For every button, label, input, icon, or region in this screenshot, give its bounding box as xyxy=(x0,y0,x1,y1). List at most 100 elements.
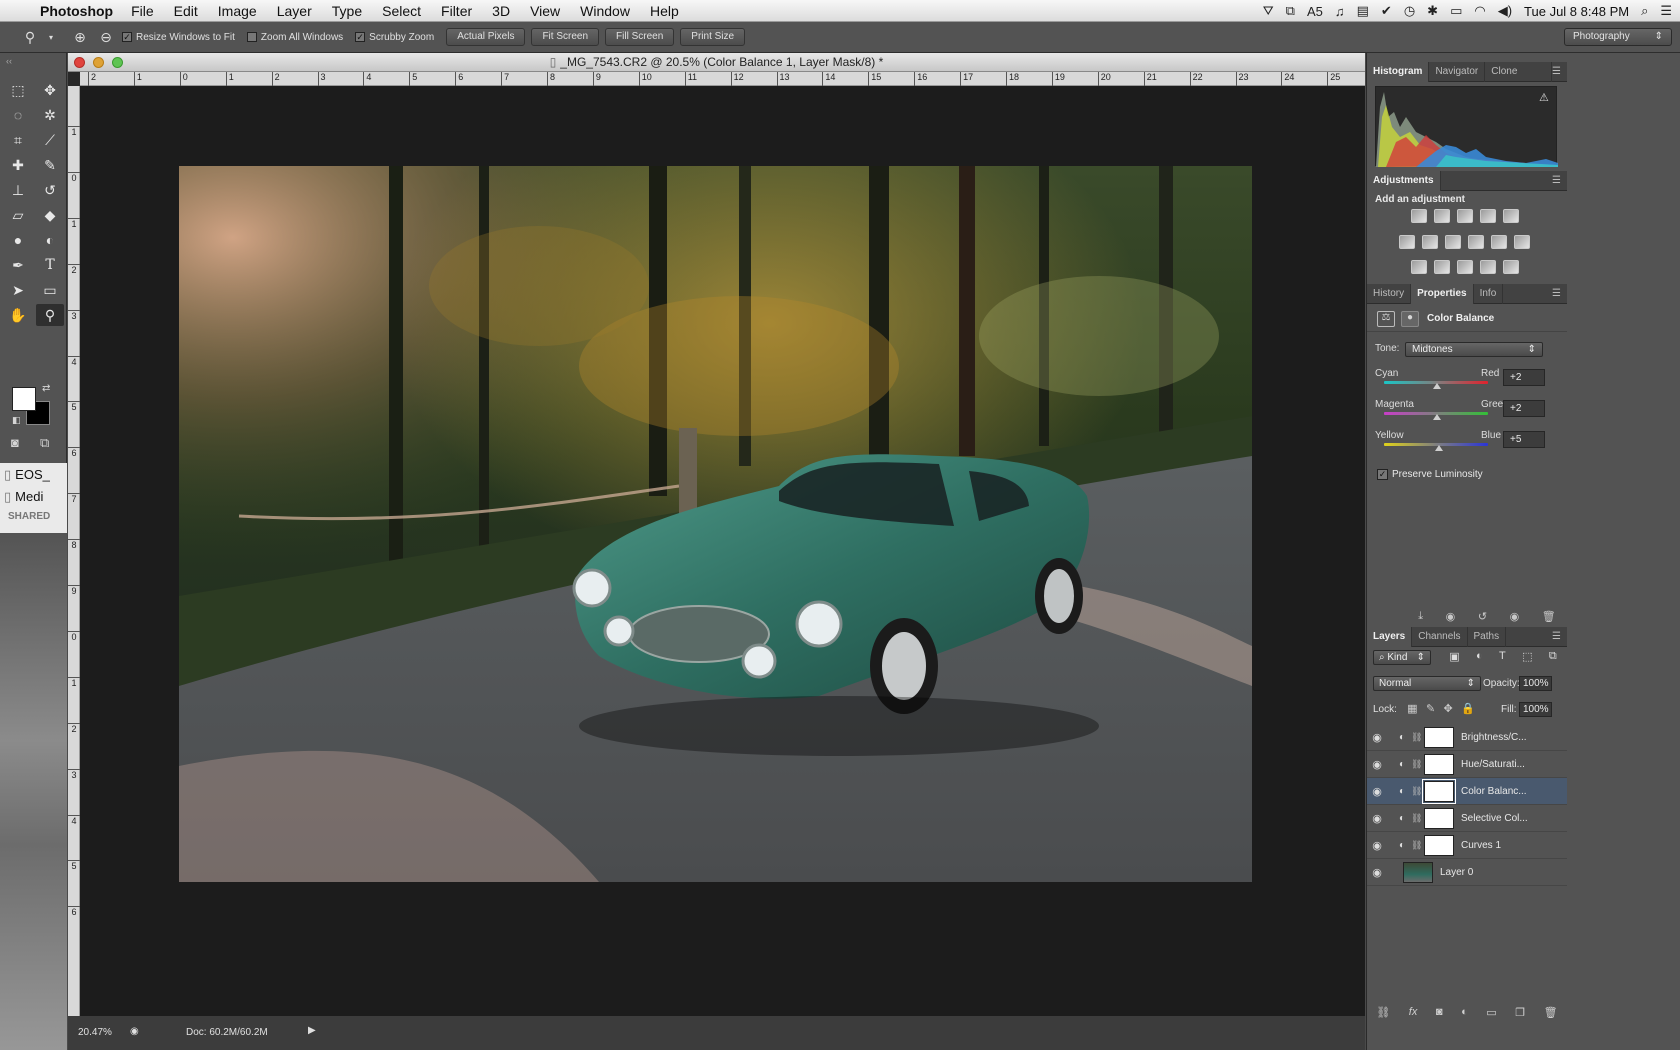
pen-tool-icon[interactable]: ✒ xyxy=(4,254,32,276)
bluetooth-icon[interactable]: ✱ xyxy=(1427,3,1438,19)
curves-icon[interactable] xyxy=(1457,209,1473,223)
layer-row[interactable]: ◉ ◐ ⛓ Selective Col... xyxy=(1367,805,1567,832)
slider-value-input[interactable]: +2 xyxy=(1503,369,1545,386)
resize-windows-checkbox[interactable]: ✓ Resize Windows to Fit xyxy=(122,32,235,43)
layer-row[interactable]: ◉ ◐ ⛓ Color Balanc... xyxy=(1367,778,1567,805)
healing-brush-tool-icon[interactable]: ✚ xyxy=(4,154,32,176)
reset-icon[interactable]: ↺ xyxy=(1478,610,1487,623)
dodge-tool-icon[interactable]: ◐ xyxy=(36,229,64,251)
layer-name[interactable]: Color Balanc... xyxy=(1461,786,1527,797)
swap-colors-icon[interactable]: ⇄ xyxy=(42,383,50,394)
lock-image-icon[interactable]: ✎ xyxy=(1426,702,1435,715)
canvas-photo[interactable] xyxy=(179,166,1252,882)
rectangle-tool-icon[interactable]: ▭ xyxy=(36,279,64,301)
menu-3d[interactable]: 3D xyxy=(492,3,510,19)
adjustment-filter-icon[interactable]: ◐ xyxy=(1476,650,1483,663)
tab-properties[interactable]: Properties xyxy=(1411,283,1474,304)
quick-mask-icon[interactable]: ◙ xyxy=(11,435,19,450)
layer-mask-thumbnail[interactable] xyxy=(1424,807,1454,829)
path-selection-tool-icon[interactable]: ➤ xyxy=(4,279,32,301)
adjustment-layer-icon[interactable]: ◐ xyxy=(1393,732,1411,743)
magic-wand-tool-icon[interactable]: ✲ xyxy=(36,104,64,126)
hand-tool-icon[interactable]: ✋ xyxy=(4,304,32,326)
layer-mask-thumbnail[interactable] xyxy=(1424,834,1454,856)
move-tool-icon[interactable]: ✥ xyxy=(36,79,64,101)
layer-mask-props-icon[interactable]: ● xyxy=(1401,311,1419,327)
finder-item-eos[interactable]: ▯ EOS_ xyxy=(0,463,67,485)
slider-thumb[interactable] xyxy=(1433,414,1442,420)
close-window-button[interactable] xyxy=(74,57,85,68)
tab-histogram[interactable]: Histogram xyxy=(1367,61,1430,82)
channel-mixer-icon[interactable] xyxy=(1491,235,1507,249)
app-menu[interactable]: Photoshop xyxy=(40,3,113,19)
menu-edit[interactable]: Edit xyxy=(174,3,198,19)
bell-icon[interactable]: ♫ xyxy=(1335,4,1345,19)
panel-menu-icon[interactable]: ☰ xyxy=(1552,66,1567,77)
warning-icon[interactable]: ⚠ xyxy=(1539,91,1549,104)
paint-bucket-tool-icon[interactable]: ◆ xyxy=(36,204,64,226)
type-filter-icon[interactable]: T xyxy=(1499,650,1506,663)
threshold-icon[interactable] xyxy=(1457,260,1473,274)
adobe-icon[interactable]: A5 xyxy=(1307,4,1323,19)
status-menu-arrow-icon[interactable]: ▶ xyxy=(308,1025,316,1036)
layer-row[interactable]: ◉ ◐ ⛓ Curves 1 xyxy=(1367,832,1567,859)
layer-row[interactable]: ◉ Layer 0 xyxy=(1367,859,1567,886)
canvas-area[interactable] xyxy=(80,86,1365,1016)
notification-center-icon[interactable]: ☰ xyxy=(1660,3,1672,19)
panel-collapse-icon[interactable]: ‹‹ xyxy=(6,56,12,66)
panel-menu-icon[interactable]: ☰ xyxy=(1552,631,1567,642)
menu-layer[interactable]: Layer xyxy=(277,3,312,19)
layer-name[interactable]: Layer 0 xyxy=(1440,867,1473,878)
visibility-eye-icon[interactable]: ◉ xyxy=(1367,866,1387,879)
eyedropper-tool-icon[interactable]: ⟋ xyxy=(36,129,64,151)
menu-type[interactable]: Type xyxy=(332,3,362,19)
trash-icon[interactable]: 🗑 xyxy=(1542,610,1556,623)
posterize-icon[interactable] xyxy=(1434,260,1450,274)
workspace-select[interactable]: Photography ⇕ xyxy=(1564,28,1672,46)
check-icon[interactable]: ✔ xyxy=(1381,3,1392,19)
view-previous-icon[interactable]: ◉ xyxy=(1446,610,1456,623)
scrubby-zoom-checkbox[interactable]: ✓ Scrubby Zoom xyxy=(355,32,434,43)
blur-tool-icon[interactable]: ● xyxy=(4,229,32,251)
history-brush-tool-icon[interactable]: ↺ xyxy=(36,179,64,201)
lock-transparent-icon[interactable]: ▦ xyxy=(1407,702,1417,715)
pixel-filter-icon[interactable]: ▣ xyxy=(1449,650,1459,663)
photo-filter-icon[interactable] xyxy=(1468,235,1484,249)
crop-tool-icon[interactable]: ⌗ xyxy=(4,129,32,151)
clip-to-layer-icon[interactable]: ⤓ xyxy=(1418,610,1423,623)
battery-icon[interactable]: ▭ xyxy=(1450,3,1462,19)
mask-link-icon[interactable]: ⛓ xyxy=(1411,759,1422,770)
minimize-window-button[interactable] xyxy=(93,57,104,68)
adjustment-layer-icon[interactable]: ◐ xyxy=(1393,813,1411,824)
exposure-icon[interactable] xyxy=(1480,209,1496,223)
layer-name[interactable]: Hue/Saturati... xyxy=(1461,759,1525,770)
slider-value-input[interactable]: +5 xyxy=(1503,431,1545,448)
clone-stamp-tool-icon[interactable]: ⊥ xyxy=(4,179,32,201)
lock-position-icon[interactable]: ✥ xyxy=(1444,702,1453,715)
new-layer-icon[interactable]: ❐ xyxy=(1515,1006,1525,1019)
panel-menu-icon[interactable]: ☰ xyxy=(1552,288,1567,299)
notes-icon[interactable]: ▤ xyxy=(1357,3,1369,19)
layer-name[interactable]: Brightness/C... xyxy=(1461,732,1527,743)
vibrance-icon[interactable] xyxy=(1503,209,1519,223)
menu-help[interactable]: Help xyxy=(650,3,679,19)
print-size-button[interactable]: Print Size xyxy=(680,28,746,46)
sync-icon[interactable]: ⧉ xyxy=(1286,3,1295,19)
invert-icon[interactable] xyxy=(1411,260,1427,274)
menu-file[interactable]: File xyxy=(131,3,154,19)
link-layers-icon[interactable]: ⛓ xyxy=(1376,1006,1390,1019)
tone-select[interactable]: Midtones ⇕ xyxy=(1405,342,1543,357)
spotlight-icon[interactable]: ⌕ xyxy=(1641,3,1648,19)
tab-layers[interactable]: Layers xyxy=(1367,626,1413,647)
opacity-input[interactable]: 100% xyxy=(1519,676,1552,691)
volume-icon[interactable]: ◀) xyxy=(1498,3,1512,19)
adjustment-layer-icon[interactable]: ◐ xyxy=(1393,759,1411,770)
add-mask-icon[interactable]: ◙ xyxy=(1436,1006,1443,1019)
gradient-map-icon[interactable] xyxy=(1503,260,1519,274)
foreground-color-swatch[interactable] xyxy=(12,387,36,411)
selective-color-icon[interactable] xyxy=(1480,260,1496,274)
menu-filter[interactable]: Filter xyxy=(441,3,472,19)
new-adjustment-icon[interactable]: ◐ xyxy=(1461,1006,1468,1019)
adjustment-layer-icon[interactable]: ◐ xyxy=(1393,840,1411,851)
tab-navigator[interactable]: Navigator xyxy=(1429,61,1486,82)
